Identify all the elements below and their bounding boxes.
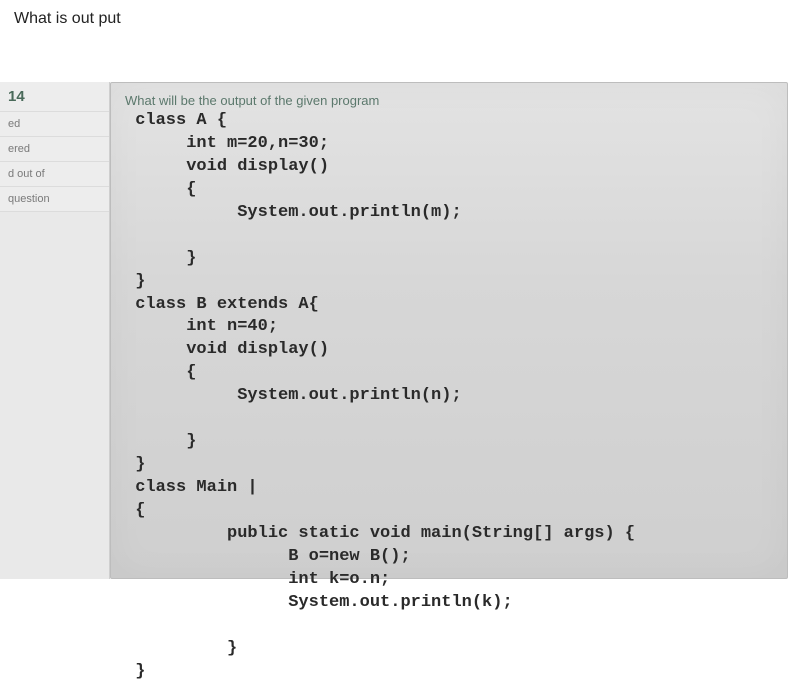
sidebar-item[interactable]: d out of xyxy=(0,162,109,187)
code-block: class A { int m=20,n=30; void display() … xyxy=(125,110,773,683)
question-prompt: What will be the output of the given pro… xyxy=(125,93,773,108)
sidebar-item-number[interactable]: 14 xyxy=(0,82,109,112)
sidebar: 14 ed ered d out of question xyxy=(0,82,110,579)
sidebar-item[interactable]: ered xyxy=(0,137,109,162)
content-area: 14 ed ered d out of question What will b… xyxy=(0,82,788,579)
sidebar-item[interactable]: ed xyxy=(0,112,109,137)
question-card: What will be the output of the given pro… xyxy=(110,82,788,579)
sidebar-item-question[interactable]: question xyxy=(0,187,109,212)
page-title: What is out put xyxy=(14,10,121,28)
